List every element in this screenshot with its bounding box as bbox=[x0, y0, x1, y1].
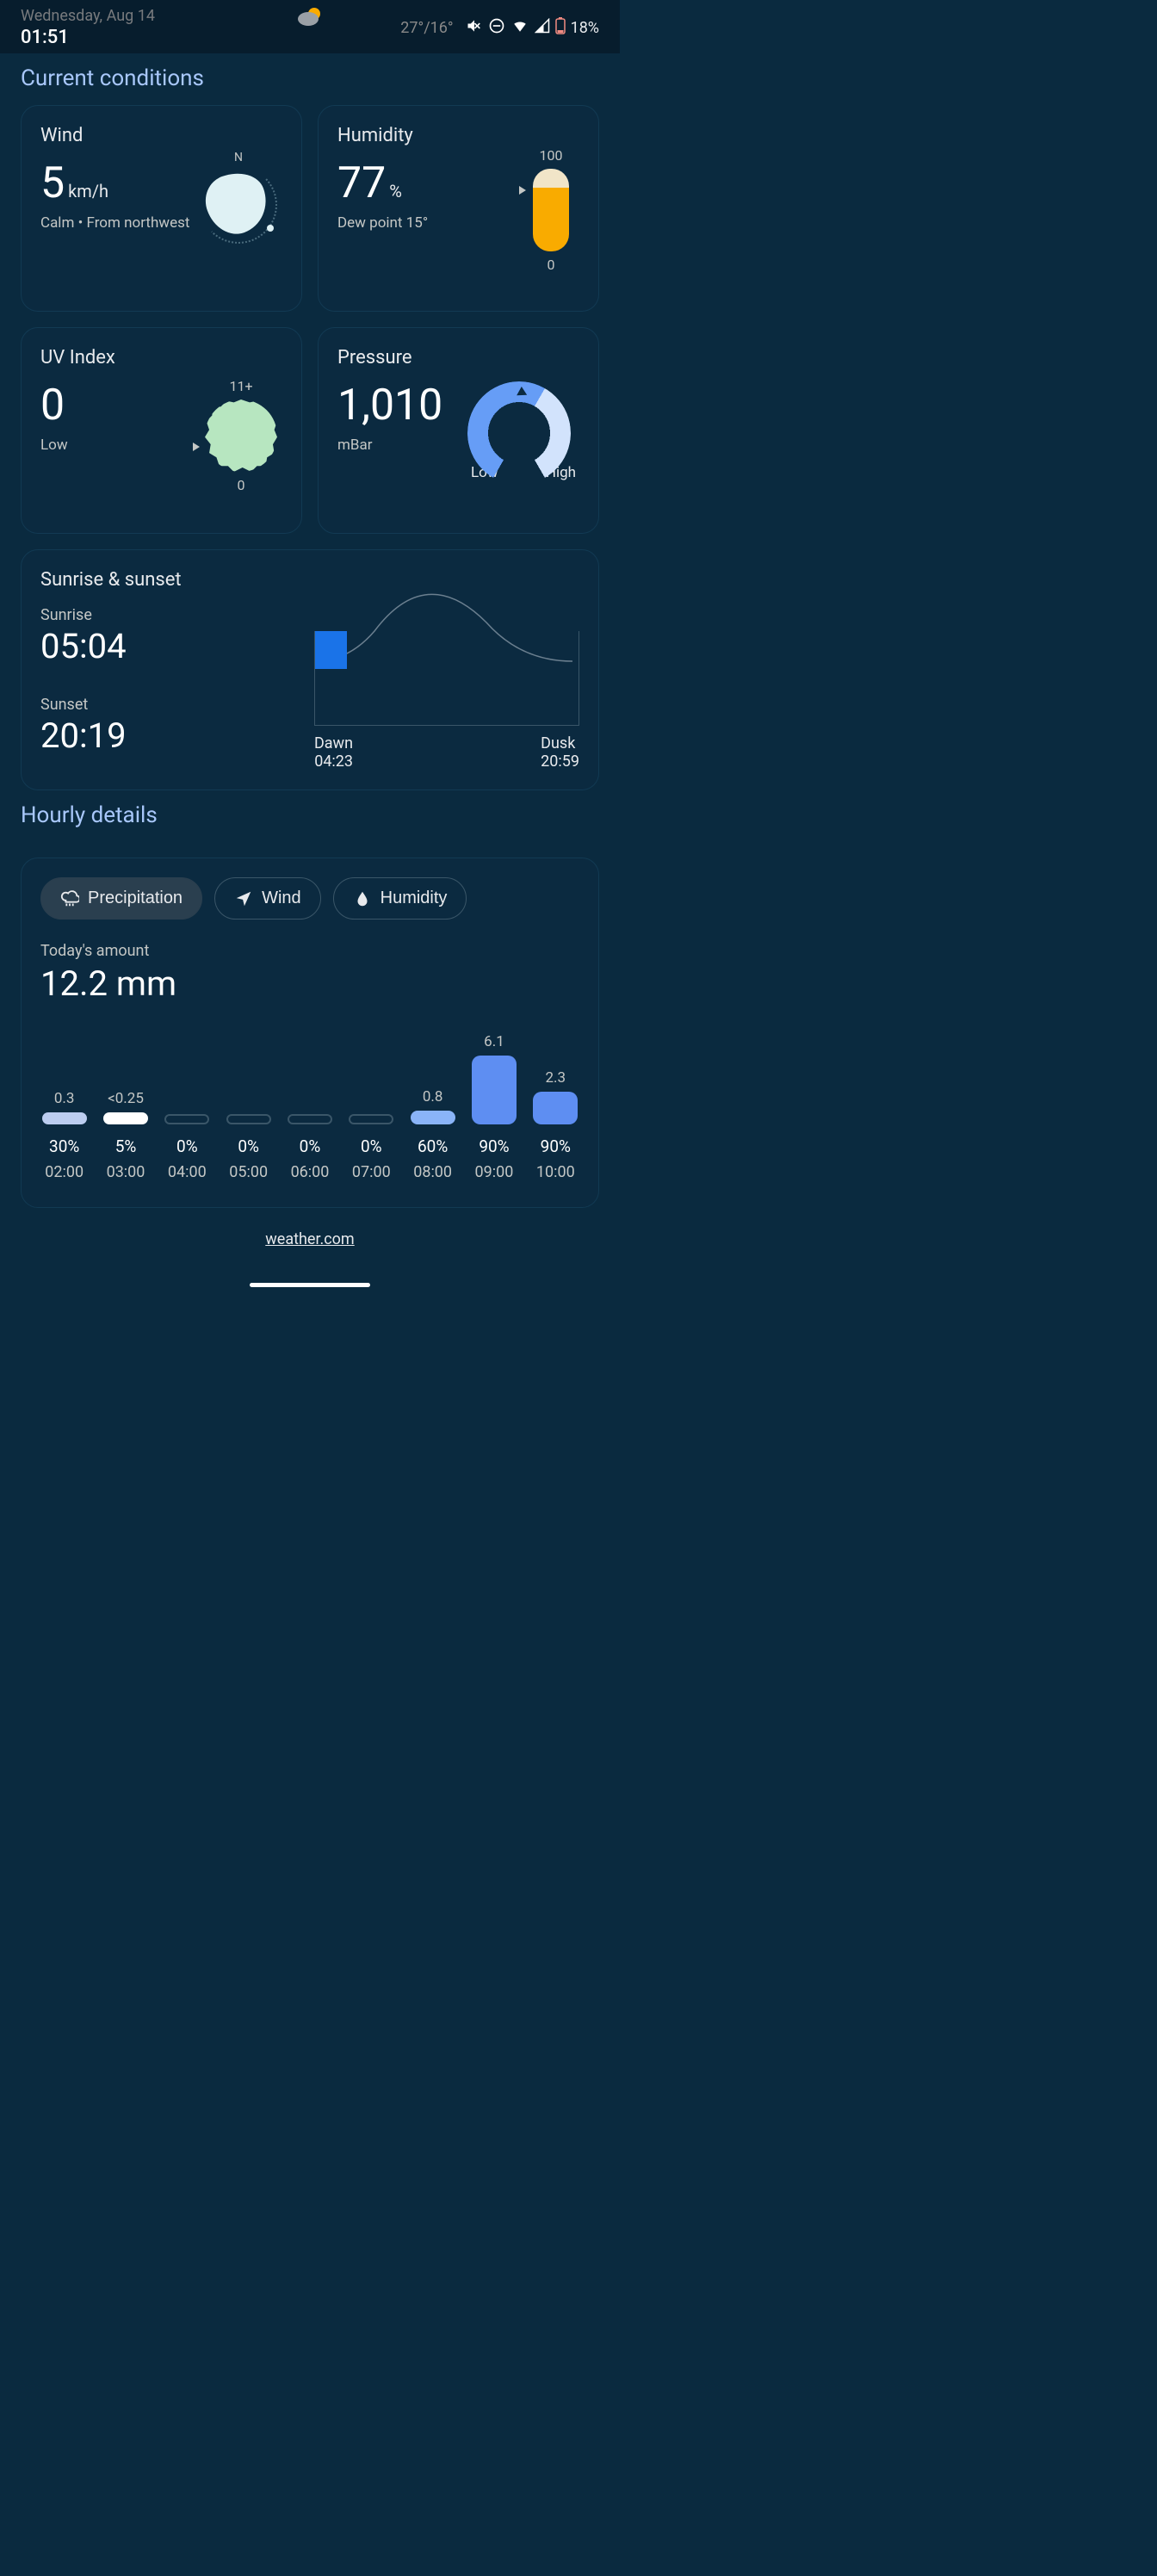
hour-time: 04:00 bbox=[168, 1163, 207, 1181]
hour-time: 07:00 bbox=[352, 1163, 391, 1181]
chip-precipitation[interactable]: Precipitation bbox=[40, 877, 202, 920]
precip-bar bbox=[349, 1114, 393, 1124]
dusk-time: 20:59 bbox=[541, 752, 579, 771]
wifi-icon bbox=[510, 18, 529, 38]
sunset-time: 20:19 bbox=[40, 715, 288, 756]
hour-time: 02:00 bbox=[45, 1163, 84, 1181]
bar-value-label: 2.3 bbox=[545, 1069, 566, 1087]
chance-pct: 0% bbox=[176, 1136, 198, 1156]
hour-col: 6.1 90% 09:00 bbox=[465, 1030, 523, 1181]
pressure-value: 1,010 bbox=[337, 384, 442, 427]
humidity-gauge-icon: 100 0 bbox=[533, 147, 569, 273]
pressure-gauge-icon: Low High bbox=[467, 381, 579, 481]
hour-col: 0.8 60% 08:00 bbox=[404, 1030, 461, 1181]
precip-bar bbox=[411, 1111, 455, 1124]
chance-pct: 90% bbox=[541, 1136, 571, 1156]
pressure-title: Pressure bbox=[337, 347, 579, 368]
hour-time: 09:00 bbox=[475, 1163, 514, 1181]
hour-col: 0% 05:00 bbox=[220, 1030, 277, 1181]
precip-bar bbox=[226, 1114, 271, 1124]
hour-time: 08:00 bbox=[413, 1163, 452, 1181]
chance-pct: 0% bbox=[361, 1136, 382, 1156]
hourly-bars-chart[interactable]: 0.330%02:00<0.255%03:000%04:000%05:000%0… bbox=[34, 1030, 586, 1181]
cloud-rain-icon bbox=[60, 889, 79, 908]
sunrise-sunset-card[interactable]: Sunrise & sunset Sunrise 05:04 Sunset 20… bbox=[21, 549, 599, 790]
hour-col: 0% 04:00 bbox=[158, 1030, 216, 1181]
dawn-label: Dawn bbox=[314, 734, 353, 752]
section-hourly-details: Hourly details bbox=[0, 790, 620, 842]
status-time: 01:51 bbox=[21, 27, 155, 48]
bar-value-label: 0.3 bbox=[54, 1090, 75, 1107]
hour-time: 03:00 bbox=[107, 1163, 145, 1181]
dusk-label: Dusk bbox=[541, 734, 579, 752]
hour-time: 10:00 bbox=[536, 1163, 575, 1181]
chance-pct: 90% bbox=[479, 1136, 509, 1156]
hour-col: <0.25 5% 03:00 bbox=[96, 1030, 154, 1181]
dawn-time: 04:23 bbox=[314, 752, 353, 771]
wind-title: Wind bbox=[40, 125, 282, 146]
sunrise-time: 05:04 bbox=[40, 626, 288, 666]
status-temps: 27°/16° bbox=[400, 19, 453, 37]
bar-value-label: 6.1 bbox=[484, 1033, 504, 1050]
battery-pct: 18% bbox=[571, 19, 599, 37]
hour-col: 0% 07:00 bbox=[343, 1030, 400, 1181]
chance-pct: 60% bbox=[418, 1136, 448, 1156]
humidity-unit: % bbox=[389, 183, 402, 200]
chance-pct: 0% bbox=[238, 1136, 259, 1156]
navigation-icon bbox=[234, 889, 253, 908]
section-current-conditions: Current conditions bbox=[0, 53, 620, 105]
precip-bar bbox=[103, 1112, 148, 1124]
uv-value: 0 bbox=[40, 384, 65, 427]
status-date: Wednesday, Aug 14 bbox=[21, 7, 155, 25]
chip-wind[interactable]: Wind bbox=[214, 877, 321, 920]
humidity-title: Humidity bbox=[337, 125, 579, 146]
wind-card[interactable]: Wind 5 km/h Calm • From northwest N bbox=[21, 105, 302, 312]
hourly-amount-label: Today's amount bbox=[34, 942, 586, 960]
uv-gauge-icon: 11+ 0 bbox=[205, 378, 277, 493]
hourly-amount: 12.2 mm bbox=[34, 963, 586, 1004]
humidity-value: 77 bbox=[337, 162, 386, 205]
sun-title: Sunrise & sunset bbox=[40, 569, 288, 591]
droplet-icon bbox=[353, 889, 372, 908]
hour-col: 2.3 90% 10:00 bbox=[527, 1030, 585, 1181]
sunrise-label: Sunrise bbox=[40, 606, 288, 624]
uv-card[interactable]: UV Index 0 Low 11+ 0 bbox=[21, 327, 302, 534]
mute-icon bbox=[466, 17, 483, 39]
precip-bar bbox=[472, 1056, 517, 1124]
chance-pct: 5% bbox=[115, 1136, 137, 1156]
hour-col: 0% 06:00 bbox=[281, 1030, 338, 1181]
hour-time: 06:00 bbox=[291, 1163, 330, 1181]
gesture-bar[interactable] bbox=[250, 1283, 370, 1287]
uv-title: UV Index bbox=[40, 347, 282, 368]
chance-pct: 30% bbox=[49, 1136, 79, 1156]
status-bar: Wednesday, Aug 14 01:51 27°/16° 18% bbox=[0, 0, 620, 53]
pressure-card[interactable]: Pressure 1,010 mBar Low High bbox=[318, 327, 599, 534]
battery-icon bbox=[555, 17, 566, 39]
attribution-link[interactable]: weather.com bbox=[0, 1230, 620, 1248]
chip-humidity[interactable]: Humidity bbox=[333, 877, 467, 920]
sunset-label: Sunset bbox=[40, 696, 288, 714]
chance-pct: 0% bbox=[300, 1136, 321, 1156]
precip-bar bbox=[533, 1092, 578, 1124]
precip-bar bbox=[164, 1114, 209, 1124]
precip-bar bbox=[288, 1114, 332, 1124]
hour-time: 05:00 bbox=[229, 1163, 268, 1181]
humidity-card[interactable]: Humidity 77 % Dew point 15° 100 0 bbox=[318, 105, 599, 312]
compass-icon: N bbox=[191, 151, 286, 245]
weather-icon bbox=[297, 5, 323, 31]
wind-unit: km/h bbox=[68, 183, 108, 200]
status-right: 27°/16° 18% bbox=[400, 17, 599, 39]
bar-value-label: <0.25 bbox=[108, 1090, 144, 1107]
hour-col: 0.3 30% 02:00 bbox=[35, 1030, 93, 1181]
dnd-icon bbox=[488, 17, 505, 39]
wind-value: 5 bbox=[40, 162, 65, 205]
signal-icon bbox=[535, 18, 550, 38]
hourly-card: Precipitation Wind Humidity Today's amou… bbox=[21, 858, 599, 1208]
bar-value-label: 0.8 bbox=[423, 1088, 443, 1105]
precip-bar bbox=[42, 1112, 87, 1124]
